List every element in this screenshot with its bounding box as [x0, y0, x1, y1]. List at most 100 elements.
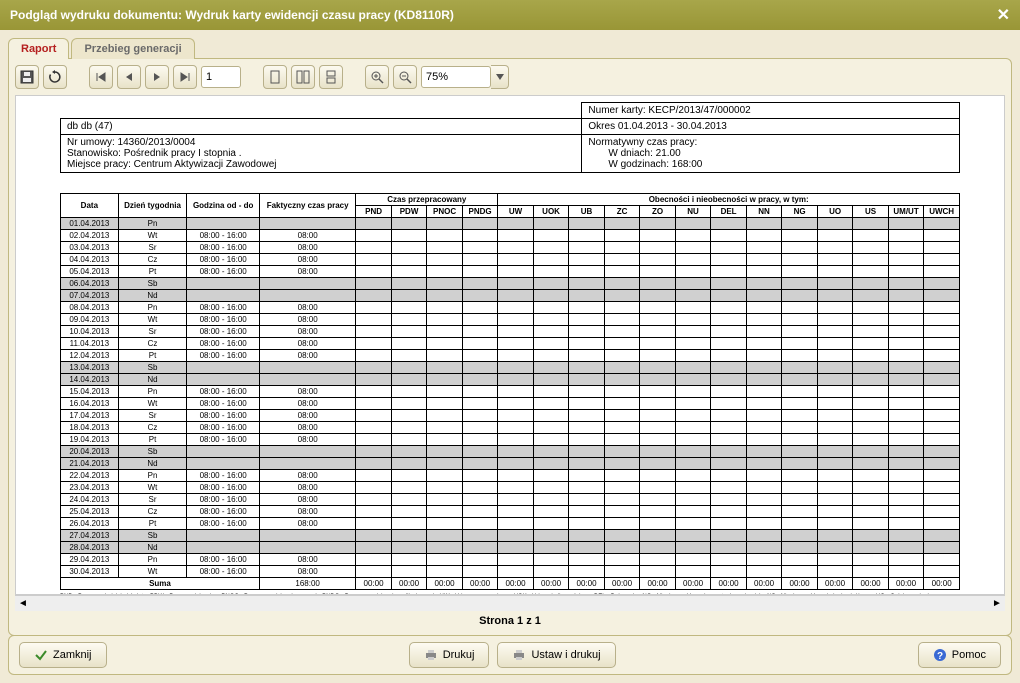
- col-dzien: Dzień tygodnia: [118, 194, 187, 218]
- table-row: 20.04.2013Sb: [61, 446, 960, 458]
- table-row: 30.04.2013Wt08:00 - 16:0008:00: [61, 566, 960, 578]
- table-row: 06.04.2013Sb: [61, 278, 960, 290]
- numer-karty-value: KECP/2013/47/000002: [648, 105, 750, 116]
- bottom-bar: Zamknij Drukuj Ustaw i drukuj ? Pomoc: [8, 635, 1012, 675]
- table-row: 09.04.2013Wt08:00 - 16:0008:00: [61, 314, 960, 326]
- window-title: Podgląd wydruku dokumentu: Wydruk karty …: [10, 8, 454, 22]
- table-row: 13.04.2013Sb: [61, 362, 960, 374]
- col-zc: ZC: [604, 206, 640, 218]
- col-umut: UM/UT: [888, 206, 924, 218]
- continuous-page-icon[interactable]: [319, 65, 343, 89]
- report-panel: Numer karty: KECP/2013/47/000002 db db (…: [8, 58, 1012, 636]
- col-data: Data: [61, 194, 119, 218]
- close-icon[interactable]: ✕: [997, 5, 1010, 25]
- table-row: 18.04.2013Cz08:00 - 16:0008:00: [61, 422, 960, 434]
- report-viewport[interactable]: Numer karty: KECP/2013/47/000002 db db (…: [15, 95, 1005, 595]
- table-row: 26.04.2013Pt08:00 - 16:0008:00: [61, 518, 960, 530]
- nr-umowy: Nr umowy: 14360/2013/0004: [67, 137, 575, 148]
- report-page: Numer karty: KECP/2013/47/000002 db db (…: [60, 102, 960, 595]
- table-row: 10.04.2013Sr08:00 - 16:0008:00: [61, 326, 960, 338]
- col-pnd: PND: [356, 206, 392, 218]
- zamknij-label: Zamknij: [53, 649, 92, 661]
- drukuj-button[interactable]: Drukuj: [409, 642, 490, 668]
- table-row: 14.04.2013Nd: [61, 374, 960, 386]
- table-row: 01.04.2013Pn: [61, 218, 960, 230]
- table-row: 29.04.2013Pn08:00 - 16:0008:00: [61, 554, 960, 566]
- w-godzinach: W godzinach: 168:00: [588, 159, 953, 170]
- col-nu: NU: [675, 206, 711, 218]
- col-uwch: UWCH: [924, 206, 960, 218]
- col-ng: NG: [782, 206, 818, 218]
- table-row: 11.04.2013Cz08:00 - 16:0008:00: [61, 338, 960, 350]
- ustaw-button[interactable]: Ustaw i drukuj: [497, 642, 615, 668]
- pomoc-button[interactable]: ? Pomoc: [918, 642, 1001, 668]
- zamknij-button[interactable]: Zamknij: [19, 642, 107, 668]
- table-row: 17.04.2013Sr08:00 - 16:0008:00: [61, 410, 960, 422]
- refresh-icon[interactable]: [43, 65, 67, 89]
- zoom-dropdown-icon[interactable]: [491, 65, 509, 89]
- check-icon: [34, 648, 48, 662]
- col-del: DEL: [711, 206, 747, 218]
- header-table: Numer karty: KECP/2013/47/000002 db db (…: [60, 102, 960, 173]
- table-row: 23.04.2013Wt08:00 - 16:0008:00: [61, 482, 960, 494]
- zoom-out-icon[interactable]: [393, 65, 417, 89]
- data-table: Data Dzień tygodnia Godzina od - do Fakt…: [60, 193, 960, 590]
- pomoc-label: Pomoc: [952, 649, 986, 661]
- col-ub: UB: [569, 206, 605, 218]
- scroll-right-icon[interactable]: ►: [989, 596, 1005, 612]
- table-row: 19.04.2013Pt08:00 - 16:0008:00: [61, 434, 960, 446]
- tab-raport[interactable]: Raport: [8, 38, 69, 59]
- col-uok: UOK: [533, 206, 569, 218]
- svg-text:?: ?: [937, 651, 943, 662]
- printer-icon: [424, 648, 438, 662]
- next-page-icon[interactable]: [145, 65, 169, 89]
- ustaw-label: Ustaw i drukuj: [531, 649, 600, 661]
- tabs: Raport Przebieg generacji: [8, 38, 1012, 59]
- drukuj-label: Drukuj: [443, 649, 475, 661]
- col-pdw: PDW: [391, 206, 427, 218]
- col-czas-przepracowany: Czas przepracowany: [356, 194, 498, 206]
- table-row: 15.04.2013Pn08:00 - 16:0008:00: [61, 386, 960, 398]
- table-row: 21.04.2013Nd: [61, 458, 960, 470]
- title-bar: Podgląd wydruku dokumentu: Wydruk karty …: [0, 0, 1020, 30]
- first-page-icon[interactable]: [89, 65, 113, 89]
- toolbar: [15, 65, 1005, 89]
- dbdb: db db (47): [61, 119, 582, 135]
- sum-row: Suma168:0000:0000:0000:0000:0000:0000:00…: [61, 578, 960, 590]
- multi-page-icon[interactable]: [291, 65, 315, 89]
- table-row: 07.04.2013Nd: [61, 290, 960, 302]
- col-pnoc: PNOC: [427, 206, 463, 218]
- w-dniach: W dniach: 21.00: [588, 148, 953, 159]
- horizontal-scrollbar[interactable]: ◄ ►: [15, 595, 1005, 611]
- col-faktyczny: Faktyczny czas pracy: [259, 194, 355, 218]
- tab-przebieg[interactable]: Przebieg generacji: [71, 38, 194, 59]
- table-row: 05.04.2013Pt08:00 - 16:0008:00: [61, 266, 960, 278]
- zoom-in-icon[interactable]: [365, 65, 389, 89]
- col-obecnosci: Obecności i nieobecności w pracy, w tym:: [498, 194, 960, 206]
- table-row: 08.04.2013Pn08:00 - 16:0008:00: [61, 302, 960, 314]
- table-row: 16.04.2013Wt08:00 - 16:0008:00: [61, 398, 960, 410]
- table-row: 04.04.2013Cz08:00 - 16:0008:00: [61, 254, 960, 266]
- col-zo: ZO: [640, 206, 676, 218]
- col-uw: UW: [498, 206, 534, 218]
- table-row: 02.04.2013Wt08:00 - 16:0008:00: [61, 230, 960, 242]
- page-input[interactable]: [201, 66, 241, 88]
- table-row: 25.04.2013Cz08:00 - 16:0008:00: [61, 506, 960, 518]
- table-row: 12.04.2013Pt08:00 - 16:0008:00: [61, 350, 960, 362]
- col-uo: UO: [817, 206, 853, 218]
- okres: Okres 01.04.2013 - 30.04.2013: [582, 119, 960, 135]
- single-page-icon[interactable]: [263, 65, 287, 89]
- norm-label: Normatywny czas pracy:: [588, 137, 953, 148]
- zoom-select[interactable]: [421, 66, 491, 88]
- last-page-icon[interactable]: [173, 65, 197, 89]
- scroll-left-icon[interactable]: ◄: [15, 596, 31, 612]
- numer-karty-label: Numer karty:: [588, 105, 645, 116]
- table-row: 24.04.2013Sr08:00 - 16:0008:00: [61, 494, 960, 506]
- table-row: 22.04.2013Pn08:00 - 16:0008:00: [61, 470, 960, 482]
- save-icon[interactable]: [15, 65, 39, 89]
- col-godzina: Godzina od - do: [187, 194, 260, 218]
- table-row: 27.04.2013Sb: [61, 530, 960, 542]
- miejsce: Miejsce pracy: Centrum Aktywizacji Zawod…: [67, 159, 575, 170]
- col-pndg: PNDG: [462, 206, 498, 218]
- prev-page-icon[interactable]: [117, 65, 141, 89]
